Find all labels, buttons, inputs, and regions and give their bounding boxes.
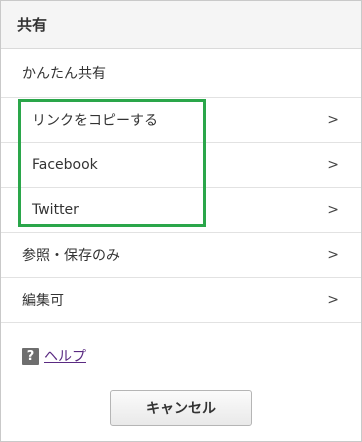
view-save-only-label: 参照・保存のみ <box>22 248 120 264</box>
help-row: ? ヘルプ <box>1 323 361 389</box>
copy-link-item[interactable]: リンクをコピーする > <box>1 98 361 143</box>
share-dialog: 共有 かんたん共有 リンクをコピーする > Facebook > Twitter… <box>0 0 362 442</box>
dialog-header: 共有 <box>1 1 361 49</box>
twitter-label: Twitter <box>32 202 79 218</box>
dialog-title: 共有 <box>17 16 48 34</box>
chevron-right-icon: > <box>327 247 339 263</box>
chevron-right-icon: > <box>327 112 339 128</box>
view-save-only-item[interactable]: 参照・保存のみ > <box>1 233 361 278</box>
chevron-right-icon: > <box>327 157 339 173</box>
facebook-share-item[interactable]: Facebook > <box>1 143 361 188</box>
question-mark-icon: ? <box>22 347 39 365</box>
chevron-right-icon: > <box>327 292 339 308</box>
facebook-label: Facebook <box>32 157 98 173</box>
dialog-footer: キャンセル <box>1 389 361 426</box>
easy-share-section-label: かんたん共有 <box>1 49 361 98</box>
chevron-right-icon: > <box>327 202 339 218</box>
help-link[interactable]: ヘルプ <box>44 346 86 366</box>
cancel-button[interactable]: キャンセル <box>110 390 252 426</box>
editable-item[interactable]: 編集可 > <box>1 278 361 323</box>
editable-label: 編集可 <box>22 293 64 309</box>
twitter-share-item[interactable]: Twitter > <box>1 188 361 233</box>
copy-link-label: リンクをコピーする <box>32 113 158 129</box>
